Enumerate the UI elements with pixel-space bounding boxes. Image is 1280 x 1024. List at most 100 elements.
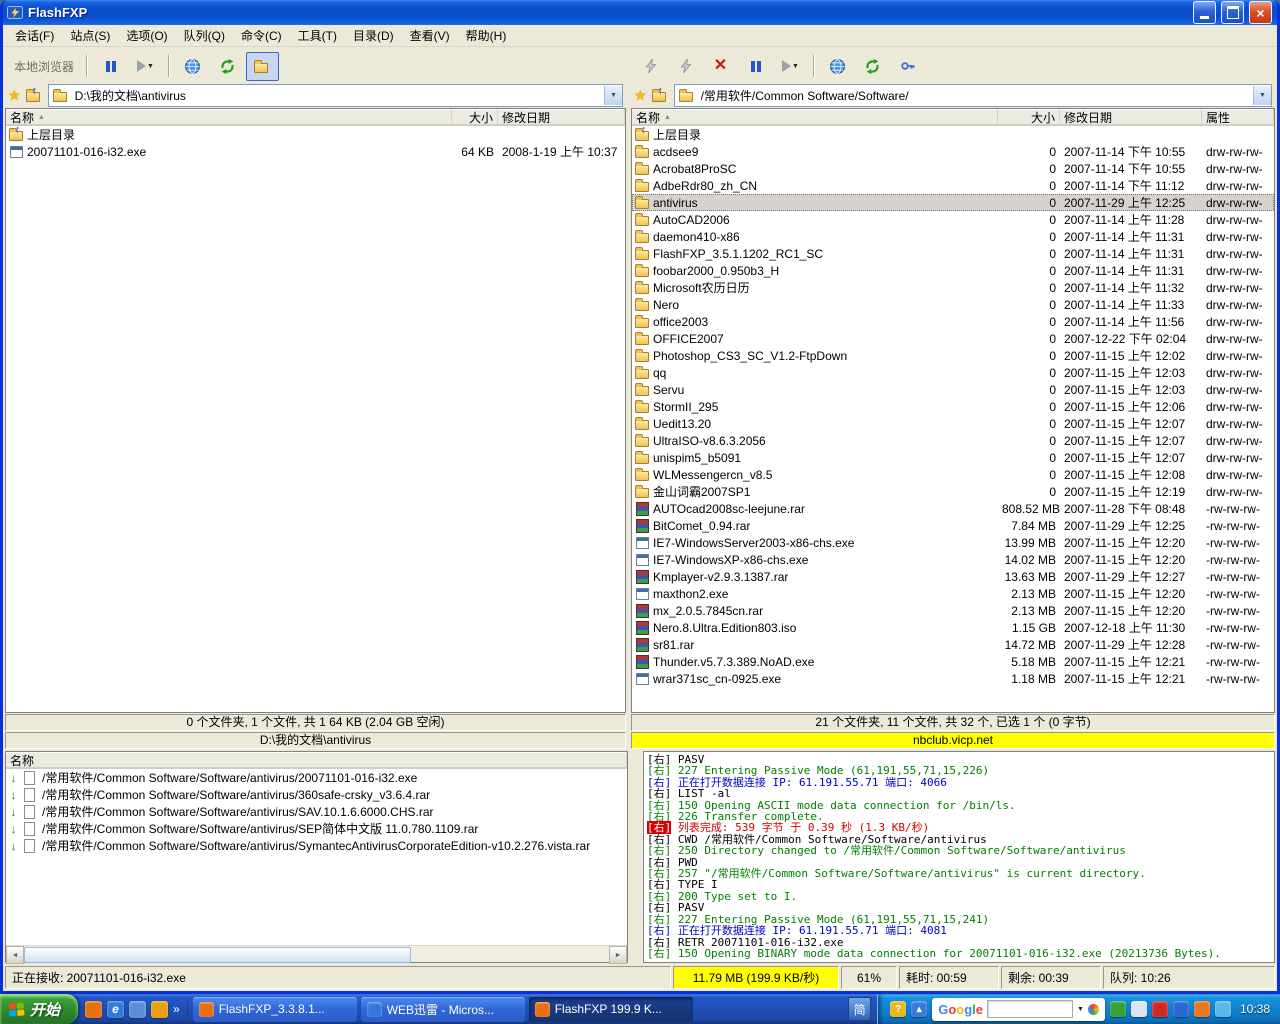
pause-queue-button[interactable] — [94, 52, 127, 81]
column-header-date[interactable]: 修改日期 — [498, 109, 625, 126]
column-header-size[interactable]: 大小 — [452, 109, 498, 126]
file-row[interactable]: daemon410-x8602007-11-14 上午 11:31drw-rw-… — [632, 228, 1274, 245]
download-manager-icon[interactable] — [1173, 1001, 1189, 1017]
file-row[interactable]: StormII_29502007-11-15 上午 12:06drw-rw-rw… — [632, 398, 1274, 415]
file-row[interactable]: UltraISO-v8.6.3.205602007-11-15 上午 12:07… — [632, 432, 1274, 449]
column-header-size[interactable]: 大小 — [998, 109, 1060, 126]
column-header-name[interactable]: 名称 — [6, 752, 627, 769]
chevron-down-icon[interactable]: ▼ — [792, 63, 799, 70]
connect-button[interactable] — [634, 52, 667, 81]
menu-item-5[interactable]: 工具(T) — [290, 25, 345, 46]
file-row[interactable]: unispim5_b509102007-11-15 上午 12:07drw-rw… — [632, 449, 1274, 466]
taskbar-task[interactable]: FlashFXP 199.9 K... — [529, 997, 693, 1022]
scrollbar-thumb[interactable] — [24, 947, 411, 963]
file-row[interactable]: FlashFXP_3.5.1.1202_RC1_SC02007-11-14 上午… — [632, 245, 1274, 262]
up-directory-icon[interactable]: ↑ — [651, 88, 667, 103]
maximize-button[interactable] — [1221, 1, 1244, 24]
local-browser-label[interactable]: 本地浏览器 — [8, 58, 80, 75]
column-header-date[interactable]: 修改日期 — [1060, 109, 1202, 126]
queue-item[interactable]: ↓/常用软件/Common Software/Software/antiviru… — [6, 820, 627, 837]
file-row[interactable]: Microsoft农历日历02007-11-14 上午 11:32drw-rw-… — [632, 279, 1274, 296]
file-row[interactable]: BitComet_0.94.rar7.84 MB2007-11-29 上午 12… — [632, 517, 1274, 534]
chevron-down-icon[interactable]: ▼ — [1077, 1006, 1084, 1013]
internet-explorer-icon[interactable]: e — [107, 1001, 124, 1018]
hide-notifications-icon[interactable]: ▴ — [911, 1001, 927, 1017]
file-row[interactable]: Kmplayer-v2.9.3.1387.rar13.63 MB2007-11-… — [632, 568, 1274, 585]
file-row[interactable]: OFFICE200702007-12-22 下午 02:04drw-rw-rw- — [632, 330, 1274, 347]
antivirus-icon[interactable] — [1152, 1001, 1168, 1017]
file-row[interactable]: AUTOcad2008sc-leejune.rar808.52 MB2007-1… — [632, 500, 1274, 517]
file-row[interactable]: Uedit13.2002007-11-15 上午 12:07drw-rw-rw- — [632, 415, 1274, 432]
refresh-button[interactable] — [211, 52, 244, 81]
menu-item-3[interactable]: 队列(Q) — [176, 25, 233, 46]
input-method-icon[interactable]: 简 — [848, 997, 871, 1021]
file-row[interactable]: foobar2000_0.950b3_H02007-11-14 上午 11:31… — [632, 262, 1274, 279]
titlebar[interactable]: FlashFXP × — [3, 0, 1277, 25]
google-search-input[interactable] — [987, 1000, 1073, 1018]
remote-path-combo[interactable]: /常用软件/Common Software/Software/ ▼ — [674, 84, 1272, 107]
file-row[interactable]: ↑上层目录 — [6, 126, 625, 143]
file-row[interactable]: qq02007-11-15 上午 12:03drw-rw-rw- — [632, 364, 1274, 381]
queue-item[interactable]: ↓/常用软件/Common Software/Software/antiviru… — [6, 803, 627, 820]
menu-item-6[interactable]: 目录(D) — [345, 25, 402, 46]
menu-item-1[interactable]: 站点(S) — [62, 25, 118, 46]
panel-splitter[interactable] — [633, 751, 638, 963]
combo-dropdown-button[interactable]: ▼ — [1253, 86, 1271, 105]
column-header-name[interactable]: 名称▲ — [6, 109, 452, 126]
queue-item[interactable]: ↓/常用软件/Common Software/Software/antiviru… — [6, 837, 627, 854]
file-row[interactable]: Acrobat8ProSC02007-11-14 下午 10:55drw-rw-… — [632, 160, 1274, 177]
ssl-keys-button[interactable] — [891, 52, 924, 81]
scroll-right-button[interactable]: ► — [609, 946, 627, 964]
menu-item-0[interactable]: 会话(F) — [7, 25, 62, 46]
firewall-icon[interactable] — [1194, 1001, 1210, 1017]
quick-connect-button[interactable] — [669, 52, 702, 81]
im-icon[interactable] — [1110, 1001, 1126, 1017]
horizontal-scrollbar[interactable]: ◄ ► — [6, 945, 627, 962]
file-row[interactable]: AdbeRdr80_zh_CN02007-11-14 下午 11:12drw-r… — [632, 177, 1274, 194]
column-header-name[interactable]: 名称▲ — [632, 109, 998, 126]
quick-launch-overflow-chevron[interactable]: » — [173, 1002, 180, 1016]
start-transfer-button[interactable]: ▼ — [129, 52, 162, 81]
taskbar-task[interactable]: WEB迅雷 - Micros... — [361, 997, 525, 1022]
pause-queue-button[interactable] — [739, 52, 772, 81]
start-transfer-button[interactable]: ▼ — [774, 52, 807, 81]
menu-item-8[interactable]: 帮助(H) — [458, 25, 515, 46]
minimize-button[interactable] — [1193, 1, 1216, 24]
file-row[interactable]: Photoshop_CS3_SC_V1.2-FtpDown02007-11-15… — [632, 347, 1274, 364]
file-row[interactable]: office200302007-11-14 上午 11:56drw-rw-rw- — [632, 313, 1274, 330]
file-row[interactable]: mx_2.0.5.7845cn.rar2.13 MB2007-11-15 上午 … — [632, 602, 1274, 619]
menu-item-2[interactable]: 选项(O) — [118, 25, 175, 46]
file-row[interactable]: ↑上层目录 — [632, 126, 1274, 143]
file-row[interactable]: Nero02007-11-14 上午 11:33drw-rw-rw- — [632, 296, 1274, 313]
help-icon[interactable]: ? — [890, 1001, 906, 1017]
taskbar-task[interactable]: FlashFXP_3.3.8.1... — [193, 997, 357, 1022]
favorites-star-icon[interactable]: ★ — [8, 87, 21, 104]
file-row[interactable]: 20071101-016-i32.exe64 KB2008-1-19 上午 10… — [6, 143, 625, 160]
file-row[interactable]: wrar371sc_cn-0925.exe1.18 MB2007-11-15 上… — [632, 670, 1274, 687]
file-row[interactable]: maxthon2.exe2.13 MB2007-11-15 上午 12:20-r… — [632, 585, 1274, 602]
file-row[interactable]: 金山词霸2007SP102007-11-15 上午 12:19drw-rw-rw… — [632, 483, 1274, 500]
volume-icon[interactable] — [1131, 1001, 1147, 1017]
local-path-combo[interactable]: D:\我的文档\antivirus ▼ — [48, 84, 623, 107]
site-manager-button[interactable] — [821, 52, 854, 81]
folder-compare-button[interactable] — [246, 52, 279, 81]
file-row[interactable]: sr81.rar14.72 MB2007-11-29 上午 12:28-rw-r… — [632, 636, 1274, 653]
network-icon[interactable] — [1215, 1001, 1231, 1017]
show-desktop-icon[interactable] — [129, 1001, 146, 1018]
disconnect-button[interactable]: ✕ — [704, 52, 737, 81]
flashfxp-icon[interactable] — [85, 1001, 102, 1018]
up-directory-icon[interactable]: ↑ — [25, 88, 41, 103]
refresh-button[interactable] — [856, 52, 889, 81]
chevron-down-icon[interactable]: ▼ — [147, 63, 154, 70]
file-row[interactable]: Nero.8.Ultra.Edition803.iso1.15 GB2007-1… — [632, 619, 1274, 636]
file-row[interactable]: IE7-WindowsServer2003-x86-chs.exe13.99 M… — [632, 534, 1274, 551]
file-row[interactable]: IE7-WindowsXP-x86-chs.exe14.02 MB2007-11… — [632, 551, 1274, 568]
menu-item-4[interactable]: 命令(C) — [233, 25, 290, 46]
file-row[interactable]: Servu02007-11-15 上午 12:03drw-rw-rw- — [632, 381, 1274, 398]
google-deskbar[interactable]: Google ▼ — [932, 998, 1105, 1021]
file-row[interactable]: acdsee902007-11-14 下午 10:55drw-rw-rw- — [632, 143, 1274, 160]
media-player-icon[interactable] — [151, 1001, 168, 1018]
column-header-attr[interactable]: 属性 — [1202, 109, 1274, 126]
file-row[interactable]: Thunder.v5.7.3.389.NoAD.exe5.18 MB2007-1… — [632, 653, 1274, 670]
file-row[interactable]: WLMessengercn_v8.502007-11-15 上午 12:08dr… — [632, 466, 1274, 483]
